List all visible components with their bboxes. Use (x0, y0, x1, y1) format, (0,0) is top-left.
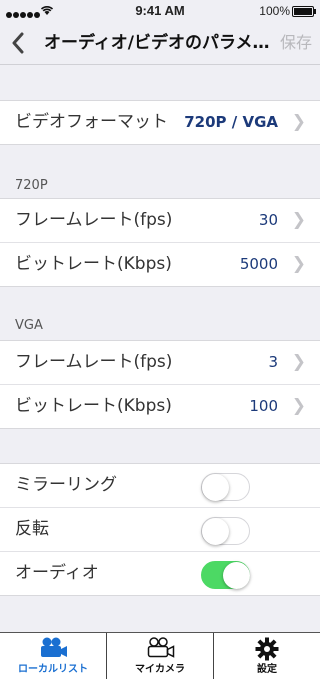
audio-label: オーディオ (15, 563, 99, 583)
chevron-right-icon: ❯ (291, 352, 306, 372)
toggle-group: ミラーリング 反転 オーディオ (0, 463, 320, 596)
section-header-vga: VGA (15, 318, 43, 333)
bitrate-720p-label: ビットレート(Kbps) (15, 254, 172, 274)
nav-bar: オーディオ/ビデオのパラメ… 保存 (0, 22, 320, 65)
bitrate-720p-row[interactable]: ビットレート(Kbps) 5000 ❯ (0, 243, 320, 286)
chevron-right-icon: ❯ (291, 254, 306, 274)
framerate-vga-value: 3 (268, 353, 278, 371)
back-button[interactable] (6, 29, 30, 57)
page-title: オーディオ/ビデオのパラメ… (44, 33, 270, 53)
flip-label: 反転 (15, 519, 49, 539)
mirroring-label: ミラーリング (15, 475, 117, 495)
save-button[interactable]: 保存 (280, 22, 312, 64)
tab-my-camera[interactable]: マイカメラ (107, 633, 214, 679)
framerate-720p-label: フレームレート(fps) (15, 210, 173, 230)
format-group: ビデオフォーマット 720P / VGA ❯ (0, 100, 320, 145)
tab-settings-label: 設定 (257, 664, 277, 675)
bitrate-720p-value: 5000 (239, 255, 278, 273)
tab-my-camera-label: マイカメラ (135, 664, 185, 675)
chevron-right-icon: ❯ (291, 112, 306, 132)
video-format-label: ビデオフォーマット (15, 112, 168, 132)
chevron-left-icon (12, 32, 24, 54)
framerate-720p-value: 30 (258, 211, 278, 229)
mirroring-toggle[interactable] (201, 473, 250, 501)
tab-local-list[interactable]: ローカルリスト (0, 633, 107, 679)
mirroring-row: ミラーリング (0, 464, 320, 508)
audio-row: オーディオ (0, 552, 320, 595)
flip-row: 反転 (0, 508, 320, 552)
group-720p: フレームレート(fps) 30 ❯ ビットレート(Kbps) 5000 ❯ (0, 198, 320, 287)
group-vga: フレームレート(fps) 3 ❯ ビットレート(Kbps) 100 ❯ (0, 340, 320, 429)
section-header-720p: 720P (15, 178, 48, 193)
chevron-right-icon: ❯ (291, 396, 306, 416)
tab-settings[interactable]: 設定 (214, 633, 320, 679)
audio-toggle[interactable] (201, 561, 250, 589)
bitrate-vga-row[interactable]: ビットレート(Kbps) 100 ❯ (0, 385, 320, 428)
tab-bar: ローカルリスト マイカメラ 設定 (0, 632, 320, 679)
framerate-vga-row[interactable]: フレームレート(fps) 3 ❯ (0, 341, 320, 385)
framerate-vga-label: フレームレート(fps) (15, 352, 173, 372)
video-format-value: 720P / VGA (184, 113, 278, 131)
tab-local-list-label: ローカルリスト (18, 664, 88, 675)
status-bar: 9:41 AM 100% (0, 0, 320, 22)
video-format-row[interactable]: ビデオフォーマット 720P / VGA ❯ (0, 101, 320, 144)
chevron-right-icon: ❯ (291, 210, 306, 230)
framerate-720p-row[interactable]: フレームレート(fps) 30 ❯ (0, 199, 320, 243)
flip-toggle[interactable] (201, 517, 250, 545)
bitrate-vga-label: ビットレート(Kbps) (15, 396, 172, 416)
battery-percent: 100% (259, 4, 290, 18)
battery-icon (292, 6, 316, 17)
bitrate-vga-value: 100 (249, 397, 278, 415)
